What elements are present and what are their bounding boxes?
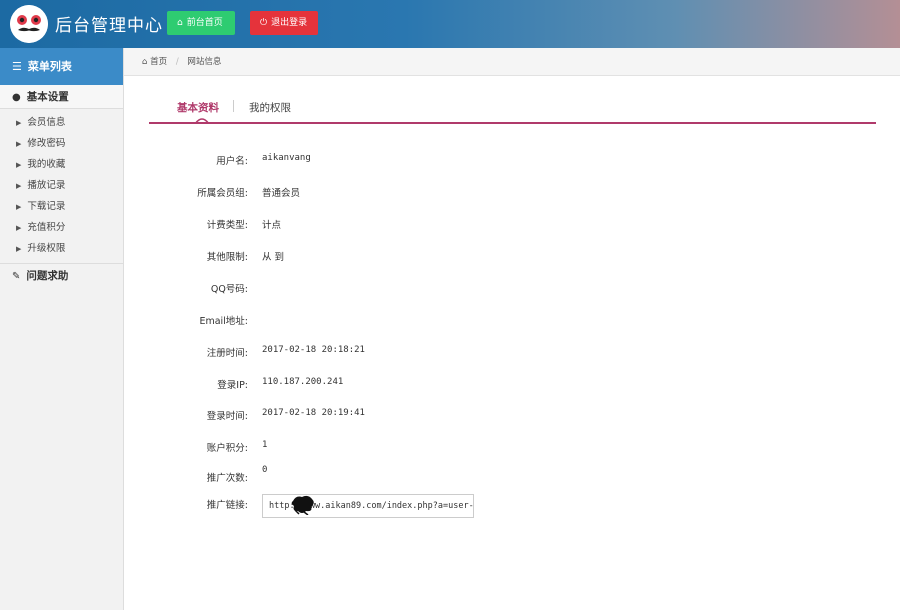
home-icon: ⌂ bbox=[177, 18, 183, 28]
sidebar: ☰ 菜单列表 ● 基本设置 ▶ 会员信息 ▶ 修改密码 ▶ 我的收藏 ▶ 播放记录 ▶ 下载记… bbox=[0, 48, 124, 610]
field-value: 普通会员 bbox=[262, 188, 301, 199]
sidebar-section-label: 基本设置 bbox=[26, 91, 69, 103]
breadcrumb: ⌂ 首页 / 网站信息 bbox=[124, 48, 900, 76]
profile-row-email: Email地址: bbox=[150, 310, 750, 330]
caret-right-icon: ▶ bbox=[16, 119, 22, 127]
field-label: 计费类型: bbox=[206, 220, 248, 231]
caret-right-icon: ▶ bbox=[16, 161, 22, 169]
field-label: 所属会员组: bbox=[197, 188, 248, 199]
field-value: 1 bbox=[262, 440, 268, 450]
caret-right-icon: ▶ bbox=[16, 140, 22, 148]
sidebar-section-basic[interactable]: ● 基本设置 bbox=[0, 85, 123, 109]
field-value: 2017-02-18 20:19:41 bbox=[262, 408, 365, 418]
field-value: aikanvang bbox=[262, 153, 311, 163]
profile-row-referrals: 推广次数: 0 bbox=[150, 465, 750, 487]
breadcrumb-separator: / bbox=[175, 57, 179, 67]
field-label: 登录IP: bbox=[217, 380, 248, 391]
field-label: 其他限制: bbox=[206, 252, 248, 263]
field-value: 从 到 bbox=[262, 252, 285, 263]
sidebar-item-change-password[interactable]: ▶ 修改密码 bbox=[0, 133, 123, 154]
field-label: QQ号码: bbox=[210, 284, 248, 295]
home-icon: ⌂ bbox=[142, 57, 148, 67]
redaction-mark bbox=[291, 495, 314, 515]
sidebar-item-download-history[interactable]: ▶ 下载记录 bbox=[0, 196, 123, 217]
sidebar-item-label: 我的收藏 bbox=[27, 159, 66, 170]
tab-permissions[interactable]: 我的权限 bbox=[249, 100, 291, 115]
tab-active-indicator bbox=[195, 118, 209, 124]
caret-right-icon: ▶ bbox=[16, 224, 22, 232]
caret-right-icon: ▶ bbox=[16, 245, 22, 253]
profile-row-qq: QQ号码: bbox=[150, 278, 750, 298]
field-value: 计点 bbox=[262, 220, 282, 231]
power-icon: ⏻ bbox=[260, 18, 268, 28]
top-header: 后台管理中心 ⌂ 前台首页 ⏻ 退出登录 bbox=[0, 0, 900, 48]
tab-divider bbox=[233, 100, 234, 112]
sidebar-item-recharge[interactable]: ▶ 充值积分 bbox=[0, 217, 123, 238]
field-label: Email地址: bbox=[199, 316, 248, 327]
caret-right-icon: ▶ bbox=[16, 203, 22, 211]
field-label: 推广次数: bbox=[206, 473, 248, 484]
logo-icon bbox=[10, 5, 48, 43]
sidebar-section-help[interactable]: ✎ 问题求助 bbox=[0, 264, 123, 288]
sidebar-item-label: 充值积分 bbox=[27, 222, 66, 233]
sidebar-item-label: 下载记录 bbox=[27, 201, 66, 212]
home-button-label: 前台首页 bbox=[186, 18, 223, 28]
sidebar-item-play-history[interactable]: ▶ 播放记录 bbox=[0, 175, 123, 196]
profile-row-points: 账户积分: 1 bbox=[150, 437, 750, 457]
sidebar-item-upgrade[interactable]: ▶ 升级权限 bbox=[0, 238, 123, 259]
field-value: 110.187.200.241 bbox=[262, 377, 344, 387]
profile-row-member-group: 所属会员组: 普通会员 bbox=[150, 182, 750, 202]
tab-basic-info[interactable]: 基本资料 bbox=[177, 100, 219, 115]
breadcrumb-home[interactable]: 首页 bbox=[150, 57, 167, 67]
sidebar-item-member-info[interactable]: ▶ 会员信息 bbox=[0, 112, 123, 133]
breadcrumb-current: 网站信息 bbox=[187, 57, 222, 67]
caret-right-icon: ▶ bbox=[16, 182, 22, 190]
field-label: 注册时间: bbox=[206, 348, 248, 359]
sidebar-header: ☰ 菜单列表 bbox=[0, 48, 123, 85]
list-icon: ☰ bbox=[12, 60, 22, 73]
home-button[interactable]: ⌂ 前台首页 bbox=[167, 11, 235, 35]
profile-row-register-time: 注册时间: 2017-02-18 20:18:21 bbox=[150, 342, 750, 362]
profile-row-login-ip: 登录IP: 110.187.200.241 bbox=[150, 374, 750, 394]
profile-row-other-limits: 其他限制: 从 到 bbox=[150, 246, 750, 266]
sidebar-item-label: 会员信息 bbox=[27, 117, 66, 128]
profile-row-login-time: 登录时间: 2017-02-18 20:19:41 bbox=[150, 405, 750, 425]
profile-row-username: 用户名: aikanvang bbox=[150, 150, 750, 170]
logout-button-label: 退出登录 bbox=[271, 18, 308, 28]
sidebar-title: 菜单列表 bbox=[27, 60, 72, 73]
tab-bar: 基本资料 我的权限 bbox=[149, 96, 876, 124]
sidebar-list: ▶ 会员信息 ▶ 修改密码 ▶ 我的收藏 ▶ 播放记录 ▶ 下载记录 ▶ 充值积分 ▶ 升级权… bbox=[0, 109, 123, 264]
field-value: 2017-02-18 20:18:21 bbox=[262, 345, 365, 355]
sidebar-item-label: 播放记录 bbox=[27, 180, 66, 191]
sidebar-item-label: 修改密码 bbox=[27, 138, 66, 149]
user-icon: ● bbox=[12, 92, 21, 103]
profile-row-billing-type: 计费类型: 计点 bbox=[150, 214, 750, 234]
field-label: 登录时间: bbox=[206, 411, 248, 422]
field-label: 用户名: bbox=[216, 156, 248, 167]
logout-button[interactable]: ⏻ 退出登录 bbox=[250, 11, 318, 35]
app-title: 后台管理中心 bbox=[55, 16, 163, 36]
profile-row-promo-link: 推广链接: bbox=[150, 494, 750, 518]
sidebar-section-label: 问题求助 bbox=[26, 270, 69, 282]
field-label: 账户积分: bbox=[206, 443, 248, 454]
sidebar-item-favorites[interactable]: ▶ 我的收藏 bbox=[0, 154, 123, 175]
sidebar-item-label: 升级权限 bbox=[27, 243, 66, 254]
field-value: 0 bbox=[262, 465, 268, 475]
field-label: 推广链接: bbox=[206, 500, 248, 511]
edit-icon: ✎ bbox=[12, 271, 21, 282]
